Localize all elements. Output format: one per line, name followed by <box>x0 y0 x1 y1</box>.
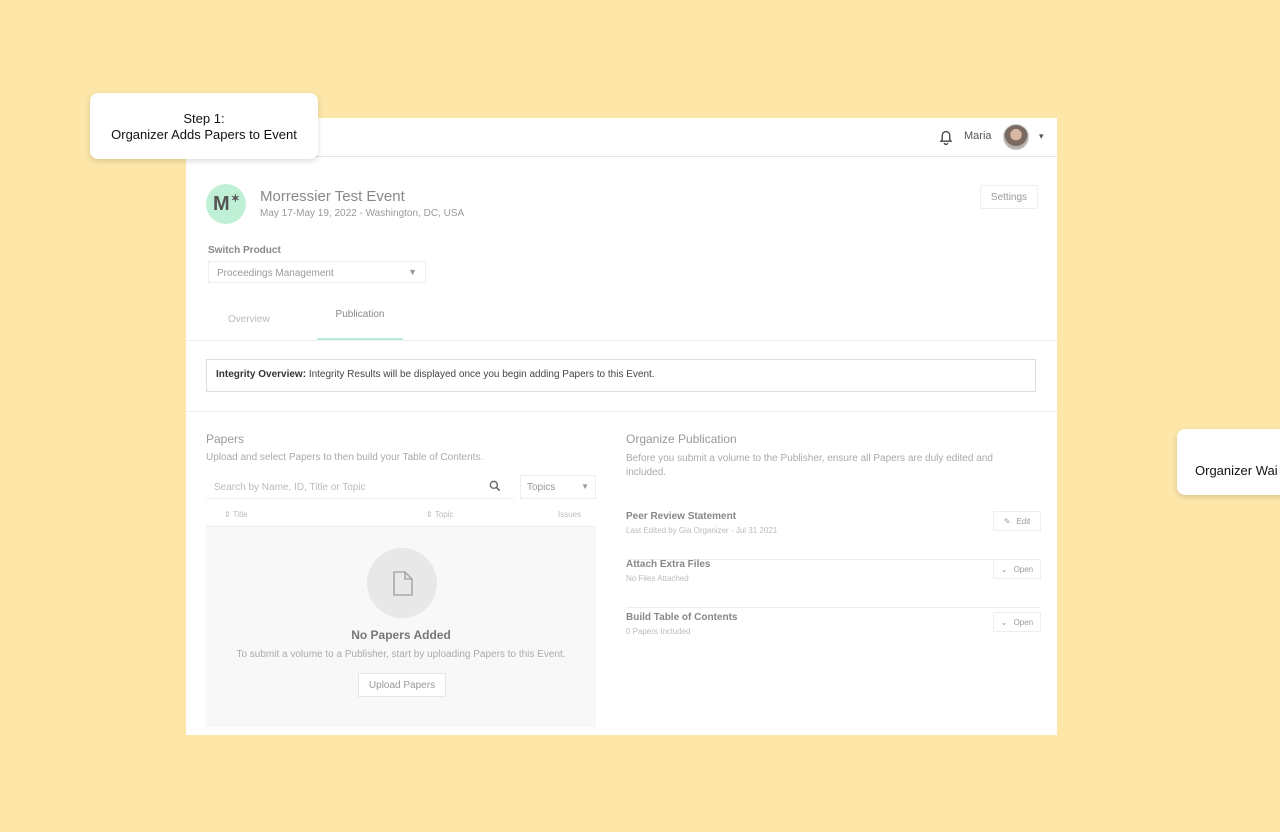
app-window: Maria ▾ M ✶ Morressier Test Event May 17-… <box>186 118 1057 735</box>
search-input[interactable]: Search by Name, ID, Title or Topic <box>206 475 514 499</box>
event-date-location: May 17-May 19, 2022 - Washington, DC, US… <box>260 208 465 219</box>
switch-product-label: Switch Product <box>208 245 281 256</box>
integrity-text: Integrity Results will be displayed once… <box>308 369 655 380</box>
open-label: Open <box>1013 564 1034 574</box>
settings-button[interactable]: Settings <box>980 185 1038 209</box>
empty-state-title: No Papers Added <box>351 628 451 642</box>
papers-title: Papers <box>206 432 245 446</box>
topics-filter[interactable]: Topics ▼ <box>520 475 596 499</box>
document-icon-circle <box>367 548 437 618</box>
switch-product-value: Proceedings Management <box>217 268 334 279</box>
step-2-text: Organizer Wai <box>1195 463 1278 478</box>
org-row-table-of-contents: Build Table of Contents 0 Papers Include… <box>626 612 1041 660</box>
logo-star: ✶ <box>230 192 240 205</box>
row-title: Peer Review Statement <box>626 511 737 522</box>
open-button[interactable]: ⌄ Open <box>993 559 1041 579</box>
chevron-down-icon: ▼ <box>408 267 417 277</box>
tab-publication[interactable]: Publication <box>317 300 403 340</box>
column-header-title[interactable]: ⇕ Title <box>224 510 248 519</box>
integrity-label: Integrity Overview: <box>216 369 307 380</box>
document-icon <box>393 571 413 596</box>
event-title: Morressier Test Event <box>260 188 405 205</box>
step-1-text: Organizer Adds Papers to Event <box>111 127 297 142</box>
username[interactable]: Maria <box>964 130 992 142</box>
column-topic-label: Topic <box>434 510 454 519</box>
chevron-down-icon: ⌄ <box>1000 617 1008 627</box>
edit-icon: ✎ <box>1003 516 1011 526</box>
row-title: Attach Extra Files <box>626 559 711 570</box>
organize-title: Organize Publication <box>626 432 737 446</box>
row-subtitle: 0 Papers Included <box>626 627 691 636</box>
organize-subtitle: Before you submit a volume to the Publis… <box>626 453 993 478</box>
open-button[interactable]: ⌄ Open <box>993 612 1041 632</box>
topics-label: Topics <box>527 482 556 493</box>
empty-state-text: To submit a volume to a Publisher, start… <box>236 649 566 660</box>
column-title-label: Title <box>232 510 248 519</box>
step-2-heading: S <box>1195 447 1280 463</box>
org-row-peer-review: Peer Review Statement Last Edited by Gia… <box>626 511 1041 560</box>
avatar[interactable] <box>1003 124 1029 150</box>
tab-bar: Overview Publication <box>186 300 1057 341</box>
org-row-attach-files: Attach Extra Files No Files Attached ⌄ O… <box>626 559 1041 608</box>
search-icon[interactable] <box>488 479 502 493</box>
step-1-callout: Step 1: Organizer Adds Papers to Event <box>90 93 318 159</box>
row-title: Build Table of Contents <box>626 612 738 623</box>
row-subtitle: No Files Attached <box>626 574 689 583</box>
event-logo: M ✶ <box>206 184 246 224</box>
bell-icon[interactable] <box>936 127 956 147</box>
chevron-down-icon: ▼ <box>581 482 589 491</box>
edit-button[interactable]: ✎ Edit <box>993 511 1041 531</box>
column-header-issues[interactable]: Issues <box>558 510 581 519</box>
papers-subtitle: Upload and select Papers to then build y… <box>206 452 484 463</box>
edit-label: Edit <box>1016 516 1031 526</box>
row-subtitle: Last Edited by Gia Organizer - Jul 31 20… <box>626 526 778 535</box>
tab-overview[interactable]: Overview <box>228 314 270 325</box>
integrity-overview-banner: Integrity Overview: Integrity Results wi… <box>206 359 1036 392</box>
open-label: Open <box>1013 617 1034 627</box>
step-2-callout: S Organizer Wai <box>1177 429 1280 495</box>
logo-letter: M <box>213 192 230 215</box>
upload-papers-button[interactable]: Upload Papers <box>358 673 446 697</box>
column-header-topic[interactable]: ⇕ Topic <box>426 510 453 519</box>
divider <box>186 411 1057 412</box>
chevron-down-icon: ⌄ <box>1000 564 1008 574</box>
step-1-heading: Step 1: <box>183 111 225 126</box>
switch-product-select[interactable]: Proceedings Management ▼ <box>208 261 426 283</box>
account-menu-caret-icon[interactable]: ▾ <box>1039 131 1044 142</box>
